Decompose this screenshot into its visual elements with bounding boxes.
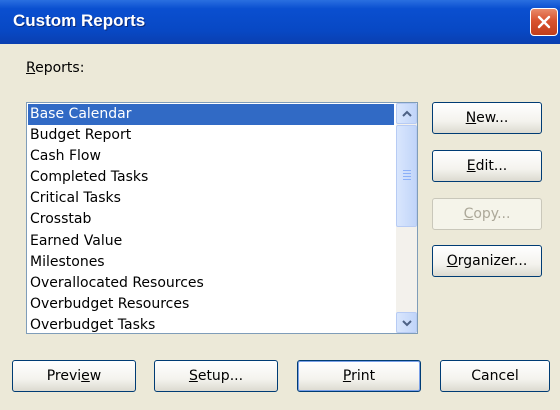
list-item[interactable]: Cash Flow xyxy=(28,146,394,167)
list-item[interactable]: Crosstab xyxy=(28,209,394,230)
cancel-button-label: Cancel xyxy=(471,368,519,384)
list-item[interactable]: Critical Tasks xyxy=(28,188,394,209)
reports-label-hotkey: R xyxy=(26,60,36,76)
setup-button-label: Setup... xyxy=(188,368,244,384)
print-button-label: Print xyxy=(342,368,376,384)
chevron-up-icon xyxy=(402,110,412,117)
list-item[interactable]: Overallocated Resources xyxy=(28,273,394,294)
reports-list[interactable]: Base Calendar Budget Report Cash Flow Compl… xyxy=(28,104,394,333)
window-title: Custom Reports xyxy=(13,11,146,30)
preview-button[interactable]: Preview xyxy=(12,360,136,392)
close-button[interactable] xyxy=(530,8,558,36)
print-button[interactable]: Print xyxy=(297,360,421,392)
scroll-up-button[interactable] xyxy=(396,103,417,124)
title-bar[interactable]: Custom Reports xyxy=(0,0,560,44)
scroll-down-button[interactable] xyxy=(396,312,417,333)
organizer-button[interactable]: Organizer... xyxy=(432,245,542,277)
cancel-button[interactable]: Cancel xyxy=(440,360,550,392)
vertical-scrollbar[interactable] xyxy=(396,103,417,333)
list-item[interactable]: Overbudget Tasks xyxy=(28,315,394,333)
copy-button-label: Copy... xyxy=(463,206,511,222)
edit-button[interactable]: Edit... xyxy=(432,150,542,182)
list-item[interactable]: Milestones xyxy=(28,252,394,273)
list-item[interactable]: Budget Report xyxy=(28,125,394,146)
reports-label: Reports: xyxy=(26,60,84,76)
new-button-label: New... xyxy=(465,110,509,126)
list-item[interactable]: Earned Value xyxy=(28,231,394,252)
copy-button[interactable]: Copy... xyxy=(432,198,542,230)
list-item[interactable]: Base Calendar xyxy=(28,104,394,126)
list-item[interactable]: Overbudget Resources xyxy=(28,294,394,315)
chevron-down-icon xyxy=(402,320,412,327)
setup-button[interactable]: Setup... xyxy=(154,360,278,392)
preview-button-label: Preview xyxy=(46,368,102,384)
reports-listbox[interactable]: Base Calendar Budget Report Cash Flow Compl… xyxy=(26,102,418,334)
new-button[interactable]: New... xyxy=(432,102,542,134)
reports-label-text: eports: xyxy=(35,60,85,76)
organizer-button-label: Organizer... xyxy=(446,253,528,269)
close-icon xyxy=(537,15,551,29)
edit-button-label: Edit... xyxy=(466,158,508,174)
list-item[interactable]: Completed Tasks xyxy=(28,167,394,188)
scroll-thumb[interactable] xyxy=(396,125,417,227)
